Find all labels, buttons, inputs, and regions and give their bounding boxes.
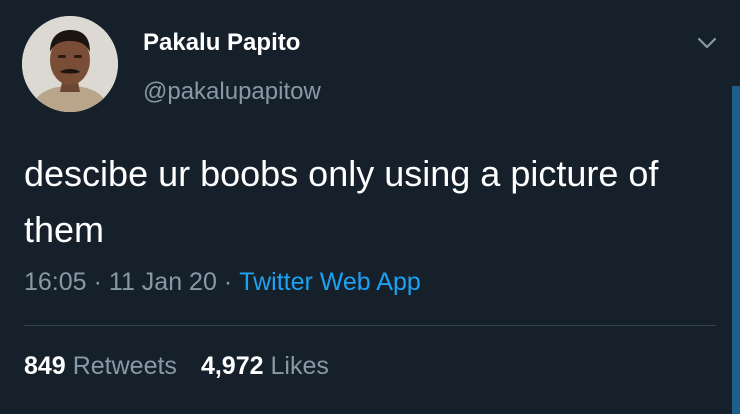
tweet-date[interactable]: 11 Jan 20 — [109, 268, 217, 296]
likes-count: 4,972 — [200, 352, 264, 380]
avatar[interactable] — [22, 16, 118, 112]
display-name[interactable]: Pakalu Papito — [143, 29, 300, 57]
chevron-down-icon[interactable] — [694, 33, 720, 53]
tweet-text: descibe ur boobs only using a picture of… — [24, 153, 659, 250]
scrollbar[interactable] — [732, 86, 740, 414]
tweet-source-link[interactable]: Twitter Web App — [239, 268, 421, 296]
retweets-label: Retweets — [72, 352, 177, 380]
avatar-photo — [22, 16, 118, 112]
divider — [24, 325, 716, 326]
tweet-card: Pakalu Papito @pakalupapitow descibe ur … — [0, 0, 740, 414]
user-handle[interactable]: @pakalupapitow — [143, 78, 321, 106]
tweet-meta: 16:05 · 11 Jan 20 · Twitter Web App — [24, 268, 421, 297]
meta-separator: · — [223, 268, 233, 296]
likes-label: Likes — [270, 352, 329, 380]
tweet-time[interactable]: 16:05 — [24, 268, 87, 296]
retweets-count: 849 — [24, 352, 66, 380]
tweet-stats: 849 Retweets 4,972 Likes — [24, 352, 329, 381]
likes-stat[interactable]: 4,972 Likes — [201, 352, 329, 380]
meta-separator: · — [93, 268, 102, 296]
retweets-stat[interactable]: 849 Retweets — [24, 352, 177, 380]
